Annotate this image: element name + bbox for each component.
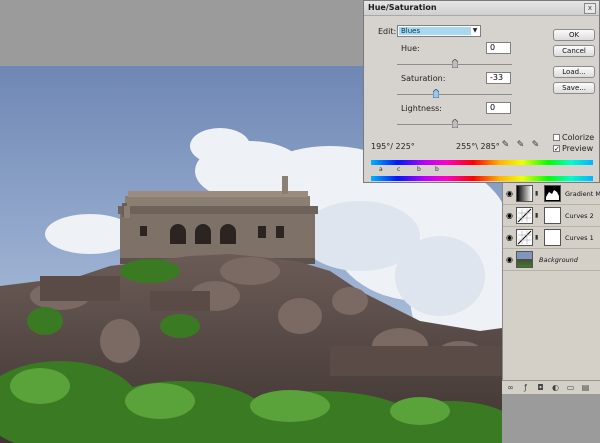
adjustment-layer-icon[interactable]: ◐ bbox=[551, 383, 560, 392]
saturation-slider-track[interactable] bbox=[397, 94, 512, 95]
load-button[interactable]: Load... bbox=[553, 66, 595, 78]
lightness-label: Lightness: bbox=[401, 104, 442, 113]
background-thumbnail bbox=[516, 251, 533, 268]
hue-saturation-dialog: Hue/Saturation x Edit: Blues ▼ Hue: 0 Sa… bbox=[363, 0, 600, 183]
dialog-titlebar[interactable]: Hue/Saturation x bbox=[364, 1, 599, 16]
layer-row[interactable]: ◉ ▮ Curves 2 bbox=[503, 205, 600, 227]
range-left-readout: 195°/ 225° bbox=[371, 142, 415, 151]
curves-thumbnail bbox=[516, 207, 533, 224]
eye-icon[interactable]: ◉ bbox=[505, 211, 514, 220]
mask-thumbnail bbox=[544, 185, 561, 202]
hue-label: Hue: bbox=[401, 44, 420, 53]
new-group-icon[interactable]: ▭ bbox=[566, 383, 575, 392]
mask-thumbnail bbox=[544, 229, 561, 246]
dialog-title: Hue/Saturation bbox=[368, 3, 437, 12]
layer-row[interactable]: ◉ Background bbox=[503, 249, 600, 271]
close-icon[interactable]: x bbox=[584, 3, 596, 14]
chevron-down-icon: ▼ bbox=[472, 27, 478, 34]
cancel-button[interactable]: Cancel bbox=[553, 45, 595, 57]
colorize-label: Colorize bbox=[562, 133, 595, 142]
link-icon: ▮ bbox=[535, 212, 539, 219]
layer-name: Gradient Map 1 bbox=[565, 190, 600, 198]
curves-thumbnail bbox=[516, 229, 533, 246]
preview-checkbox[interactable]: ✓ bbox=[553, 145, 560, 153]
range-markers[interactable]: a c b b bbox=[371, 166, 593, 175]
layer-style-icon[interactable]: ƒ bbox=[521, 383, 530, 392]
output-spectrum-bar bbox=[371, 176, 593, 181]
eyedropper-minus-icon[interactable]: ✎ bbox=[531, 140, 540, 151]
colorize-checkbox[interactable] bbox=[553, 134, 560, 141]
layers-panel: ◉ ▮ Gradient Map 1 ◉ ▮ Curves 2 ◉ ▮ Curv… bbox=[502, 183, 600, 398]
saturation-slider-thumb[interactable] bbox=[433, 89, 439, 98]
save-button[interactable]: Save... bbox=[553, 82, 595, 94]
edit-channel-value: Blues bbox=[399, 27, 471, 35]
range-marker[interactable]: a bbox=[379, 166, 383, 173]
layer-row[interactable]: ◉ ▮ Curves 1 bbox=[503, 227, 600, 249]
panel-gap bbox=[502, 394, 600, 443]
add-mask-icon[interactable]: ◘ bbox=[536, 383, 545, 392]
lightness-input[interactable]: 0 bbox=[486, 102, 511, 114]
range-right-readout: 255°\ 285° bbox=[456, 142, 500, 151]
lightness-slider-thumb[interactable] bbox=[452, 119, 458, 128]
eye-icon[interactable]: ◉ bbox=[505, 233, 514, 242]
hue-slider-thumb[interactable] bbox=[452, 59, 458, 68]
range-marker[interactable]: b bbox=[417, 166, 421, 173]
layer-row[interactable]: ◉ ▮ Gradient Map 1 bbox=[503, 183, 600, 205]
adjustment-thumbnail bbox=[516, 185, 533, 202]
saturation-input[interactable]: -33 bbox=[486, 72, 511, 84]
ok-button[interactable]: OK bbox=[553, 29, 595, 41]
eyedropper-icon[interactable]: ✎ bbox=[501, 140, 510, 151]
range-marker[interactable]: c bbox=[397, 166, 400, 173]
eye-icon[interactable]: ◉ bbox=[505, 255, 514, 264]
edit-channel-select[interactable]: Blues ▼ bbox=[397, 25, 481, 37]
mask-thumbnail bbox=[544, 207, 561, 224]
layer-name: Background bbox=[539, 256, 578, 264]
input-spectrum-bar bbox=[371, 160, 593, 165]
link-icon: ▮ bbox=[535, 234, 539, 241]
layers-toolbar: ∞ ƒ ◘ ◐ ▭ ▤ bbox=[502, 380, 600, 395]
link-layers-icon[interactable]: ∞ bbox=[506, 383, 515, 392]
range-marker[interactable]: b bbox=[435, 166, 439, 173]
hue-input[interactable]: 0 bbox=[486, 42, 511, 54]
layer-name: Curves 1 bbox=[565, 234, 594, 242]
edit-label: Edit: bbox=[378, 27, 397, 36]
preview-label: Preview bbox=[562, 144, 594, 153]
eyedropper-plus-icon[interactable]: ✎ bbox=[516, 140, 525, 151]
trash-icon[interactable]: ▤ bbox=[581, 383, 590, 392]
saturation-label: Saturation: bbox=[401, 74, 446, 83]
layer-name: Curves 2 bbox=[565, 212, 594, 220]
link-icon: ▮ bbox=[535, 190, 539, 197]
eye-icon[interactable]: ◉ bbox=[505, 189, 514, 198]
